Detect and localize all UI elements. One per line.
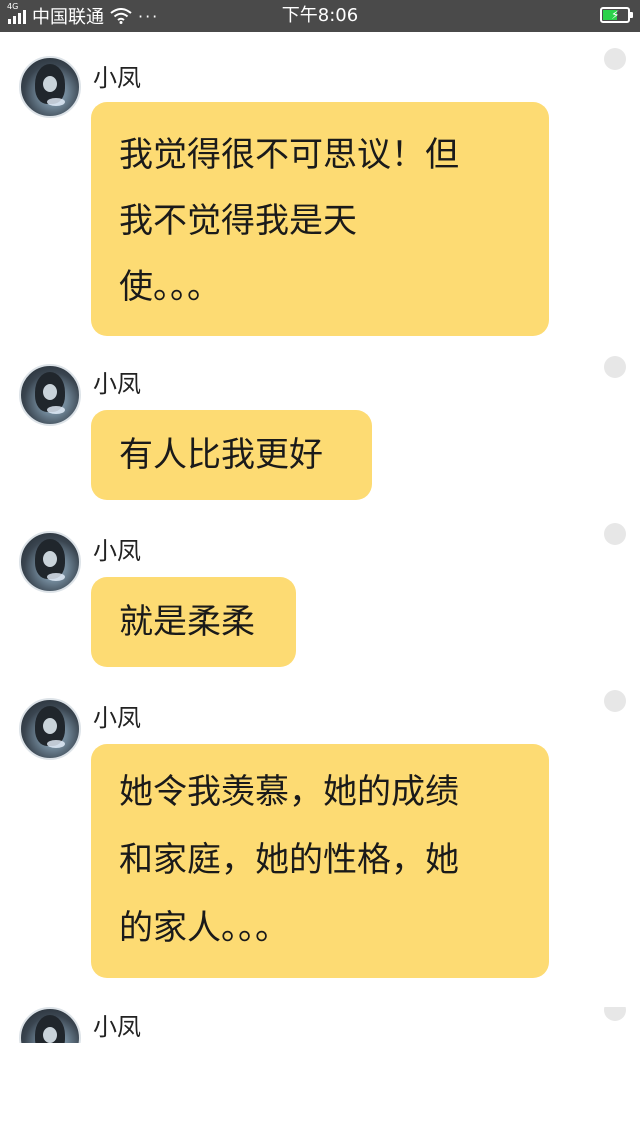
select-circle-icon[interactable] — [604, 1007, 626, 1021]
select-circle-icon[interactable] — [604, 48, 626, 70]
avatar[interactable] — [19, 531, 81, 593]
select-circle-icon[interactable] — [604, 356, 626, 378]
sender-name: 小凤 — [93, 537, 141, 565]
avatar[interactable] — [19, 56, 81, 118]
message-bubble[interactable]: 有人比我更好 — [91, 410, 372, 500]
status-bar: 4G 中国联通 ··· 下午8:06 ⚡ — [0, 0, 640, 32]
battery-charging-icon: ⚡ — [600, 7, 633, 23]
sender-name: 小凤 — [93, 64, 141, 92]
sender-name: 小凤 — [93, 1013, 141, 1041]
message-bubble[interactable]: 就是柔柔 — [91, 577, 296, 667]
avatar[interactable] — [19, 698, 81, 760]
avatar[interactable] — [19, 364, 81, 426]
select-circle-icon[interactable] — [604, 523, 626, 545]
message-bubble[interactable]: 我觉得很不可思议！但 我不觉得我是天 使。。。 — [91, 102, 549, 336]
sender-name: 小凤 — [93, 370, 141, 398]
select-circle-icon[interactable] — [604, 690, 626, 712]
sender-name: 小凤 — [93, 704, 141, 732]
status-time: 下午8:06 — [281, 5, 359, 26]
message-bubble[interactable]: 她令我羡慕，她的成绩 和家庭，她的性格，她 的家人。。。 — [91, 744, 549, 978]
message-item: 小凤 — [0, 1007, 640, 1043]
avatar[interactable] — [19, 1007, 81, 1043]
